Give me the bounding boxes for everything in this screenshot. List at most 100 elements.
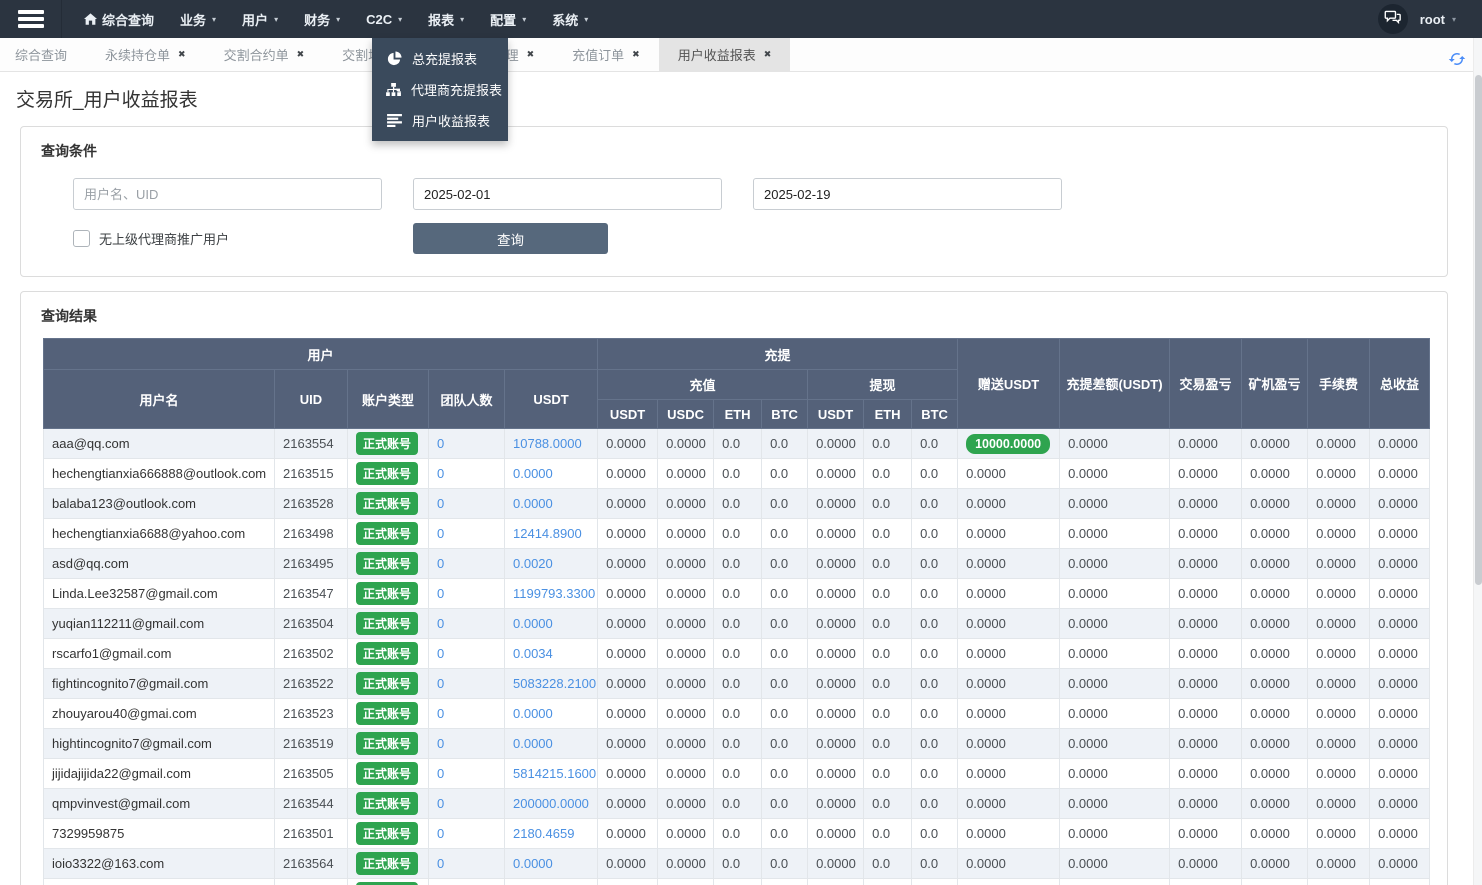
- cell-withdraw-eth: 0.0: [864, 549, 912, 579]
- cell-uid: 2163495: [275, 549, 348, 579]
- usdt-balance-link[interactable]: 2180.4659: [513, 826, 574, 841]
- cell-total-profit: 0.0000: [1370, 579, 1430, 609]
- cell-trade-pnl: 0.0000: [1170, 669, 1242, 699]
- date-to-input[interactable]: [753, 178, 1062, 210]
- cell-deposit-btc: 0.0: [762, 519, 808, 549]
- cell-withdraw-eth: 0.0: [864, 609, 912, 639]
- usdt-balance-link[interactable]: 1199793.3300: [513, 586, 595, 601]
- usdt-balance-link[interactable]: 0.0000: [513, 466, 553, 481]
- nav-item-业务[interactable]: 业务▾: [180, 0, 216, 38]
- tab-永续持仓单[interactable]: 永续持仓单✖: [86, 38, 205, 71]
- team-count-link[interactable]: 0: [437, 826, 444, 841]
- team-count-link[interactable]: 0: [437, 466, 444, 481]
- cell-withdraw-usdt: 0.0000: [808, 429, 864, 459]
- cell-account-type: 正式账号: [348, 549, 429, 579]
- account-type-badge: 正式账号: [356, 552, 418, 575]
- cell-bonus-usdt: 0.0000: [958, 459, 1060, 489]
- team-count-link[interactable]: 0: [437, 706, 444, 721]
- nav-item-label: 配置: [490, 10, 516, 29]
- team-count-link[interactable]: 0: [437, 436, 444, 451]
- usdt-balance-link[interactable]: 12414.8900: [513, 526, 582, 541]
- tab-充值订单[interactable]: 充值订单✖: [553, 38, 659, 71]
- usdt-balance-link[interactable]: 0.0020: [513, 556, 553, 571]
- usdt-balance-link[interactable]: 0.0000: [513, 496, 553, 511]
- tab-用户收益报表[interactable]: 用户收益报表✖: [659, 38, 791, 71]
- dropdown-item-总充提报表[interactable]: 总充提报表: [372, 43, 508, 74]
- chat-button[interactable]: [1378, 4, 1408, 34]
- team-count-link[interactable]: 0: [437, 856, 444, 871]
- dropdown-item-代理商充提报表[interactable]: 代理商充提报表: [372, 74, 508, 105]
- nav-item-综合查询[interactable]: 综合查询: [84, 0, 154, 38]
- username-uid-input[interactable]: [73, 178, 382, 210]
- page-scrollbar[interactable]: [1473, 38, 1482, 885]
- cell-bonus-usdt: 0.0000: [958, 879, 1060, 885]
- usdt-balance-link[interactable]: 0.0000: [513, 856, 553, 871]
- tab-label: 交割合约单: [224, 45, 289, 64]
- nav-item-系统[interactable]: 系统▾: [552, 0, 588, 38]
- tab-交割合约单[interactable]: 交割合约单 ✖: [205, 38, 324, 71]
- search-button[interactable]: 查询: [413, 223, 608, 254]
- nav-item-配置[interactable]: 配置▾: [490, 0, 526, 38]
- usdt-balance-link[interactable]: 200000.0000: [513, 796, 589, 811]
- cell-withdraw-btc: 0.0: [912, 879, 958, 885]
- account-type-badge: 正式账号: [356, 432, 418, 455]
- usdt-balance-link[interactable]: 0.0000: [513, 736, 553, 751]
- usdt-balance-link[interactable]: 10788.0000: [513, 436, 582, 451]
- cell-usdt-balance: 10788.0000: [505, 429, 598, 459]
- close-icon[interactable]: ✖: [297, 49, 305, 60]
- cell-username: 7329959875: [44, 819, 275, 849]
- cell-usdt-balance: 0.0020: [505, 549, 598, 579]
- close-icon[interactable]: ✖: [764, 49, 772, 60]
- sidebar-toggle-button[interactable]: [0, 0, 62, 38]
- no-agent-checkbox[interactable]: [73, 230, 90, 247]
- cell-fee: 0.0000: [1308, 459, 1370, 489]
- team-count-link[interactable]: 0: [437, 526, 444, 541]
- scrollbar-thumb[interactable]: [1475, 75, 1482, 585]
- team-count-link[interactable]: 0: [437, 736, 444, 751]
- date-from-input[interactable]: [413, 178, 722, 210]
- team-count-link[interactable]: 0: [437, 766, 444, 781]
- cell-deposit-btc: 0.0: [762, 819, 808, 849]
- cell-trade-pnl: 0.0000: [1170, 759, 1242, 789]
- cell-miner-pnl: 0.0000: [1242, 759, 1308, 789]
- cell-withdraw-eth: 0.0: [864, 729, 912, 759]
- cell-miner-pnl: 0.0000: [1242, 489, 1308, 519]
- cell-uid: 2163498: [275, 519, 348, 549]
- team-count-link[interactable]: 0: [437, 796, 444, 811]
- open-tabs-bar: 综合查询永续持仓单✖交割合约单✖交割场次理✖充值订单✖用户收益报表✖: [0, 38, 1482, 72]
- team-count-link[interactable]: 0: [437, 586, 444, 601]
- nav-item-用户[interactable]: 用户▾: [242, 0, 278, 38]
- usdt-balance-link[interactable]: 0.0034: [513, 646, 553, 661]
- dropdown-item-用户收益报表[interactable]: 用户收益报表: [372, 105, 508, 136]
- team-count-link[interactable]: 0: [437, 556, 444, 571]
- cell-deposit-usdt: 0.0000: [598, 789, 658, 819]
- nav-item-财务[interactable]: 财务▾: [304, 0, 340, 38]
- cell-team-count: 0: [429, 849, 505, 879]
- team-count-link[interactable]: 0: [437, 616, 444, 631]
- team-count-link[interactable]: 0: [437, 646, 444, 661]
- cell-deposit-usdt: 0.0000: [598, 729, 658, 759]
- header-deposit-eth: ETH: [714, 400, 762, 429]
- usdt-balance-link[interactable]: 0.0000: [513, 706, 553, 721]
- usdt-balance-link[interactable]: 5814215.1600: [513, 766, 596, 781]
- close-icon[interactable]: ✖: [632, 49, 640, 60]
- cell-usdt-balance: 0.0000: [505, 849, 598, 879]
- close-icon[interactable]: ✖: [178, 49, 186, 60]
- cell-withdraw-usdt: 0.0000: [808, 819, 864, 849]
- cell-fee: 0.0000: [1308, 759, 1370, 789]
- usdt-balance-link[interactable]: 5083228.2100: [513, 676, 596, 691]
- team-count-link[interactable]: 0: [437, 676, 444, 691]
- nav-item-报表[interactable]: 报表▾: [428, 0, 464, 38]
- team-count-link[interactable]: 0: [437, 496, 444, 511]
- refresh-button[interactable]: [1448, 50, 1466, 68]
- tab-综合查询[interactable]: 综合查询: [15, 38, 86, 71]
- header-bonus-usdt: 赠送USDT: [958, 339, 1060, 429]
- cell-withdraw-btc: 0.0: [912, 579, 958, 609]
- close-icon[interactable]: ✖: [527, 49, 535, 60]
- cell-deposit-usdt: 0.0000: [598, 879, 658, 885]
- user-menu[interactable]: root ▾: [1420, 12, 1456, 27]
- cell-team-count: 0: [429, 519, 505, 549]
- usdt-balance-link[interactable]: 0.0000: [513, 616, 553, 631]
- nav-item-C2C[interactable]: C2C▾: [366, 0, 402, 38]
- cell-depwd-diff: 0.0000: [1060, 639, 1170, 669]
